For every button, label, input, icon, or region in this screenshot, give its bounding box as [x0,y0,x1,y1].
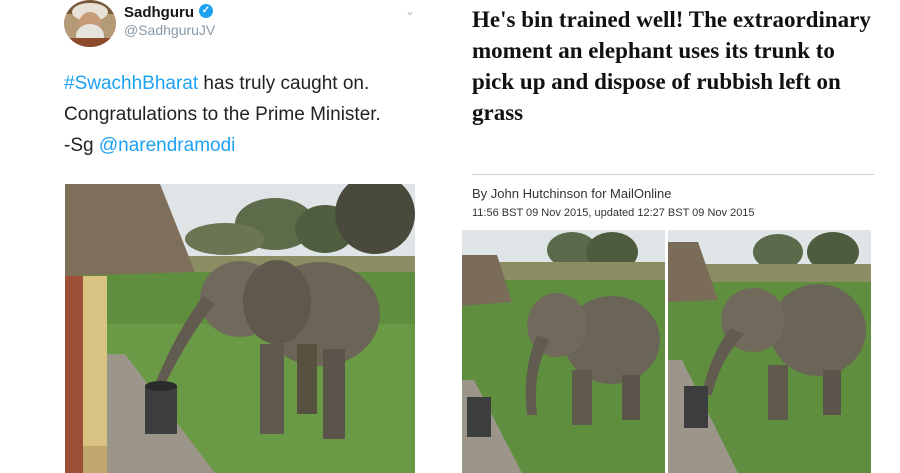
tweet-photo-elephant[interactable] [65,184,415,473]
article-dateline: 11:56 BST 09 Nov 2015, updated 12:27 BST… [472,207,755,219]
avatar[interactable] [64,0,116,47]
mention-link[interactable]: @narendramodi [99,135,236,156]
news-article: He's bin trained well! The extraordinary… [462,0,900,473]
tweet-text-line2: Congratulations to the Prime Minister. [64,104,381,125]
tweet-text-prefix: -Sg [64,135,99,156]
chevron-down-icon[interactable]: ⌄ [402,4,418,18]
divider [472,174,874,175]
hashtag-link[interactable]: #SwachhBharat [64,73,198,94]
tweet-text: #SwachhBharat has truly caught on. Congr… [64,68,424,161]
author-handle[interactable]: @SadhguruJV [124,22,215,38]
author-name[interactable]: Sadhguru [124,4,194,21]
article-photo-2[interactable] [668,230,871,473]
article-headline[interactable]: He's bin trained well! The extraordinary… [472,4,882,128]
article-byline: By John Hutchinson for MailOnline [472,186,672,201]
tweet-text-line1: has truly caught on. [198,73,370,94]
tweet-card: Sadhguru ✓ @SadhguruJV ⌄ #SwachhBharat h… [0,0,430,473]
verified-badge-icon: ✓ [199,4,213,18]
article-photo-1[interactable] [462,230,665,473]
